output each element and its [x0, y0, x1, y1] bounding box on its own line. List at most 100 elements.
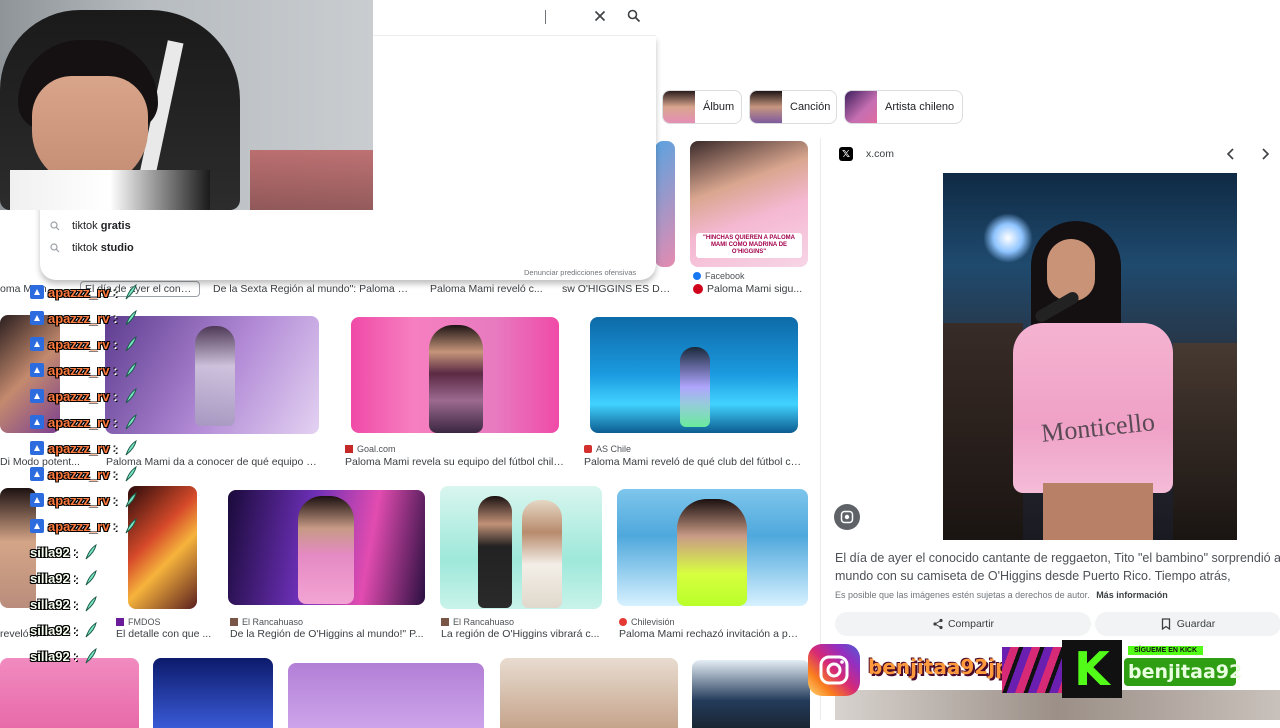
as-favicon	[584, 445, 592, 453]
chat-username[interactable]: apazzz_rv	[48, 493, 109, 508]
clear-search-button[interactable]	[593, 9, 607, 23]
social-media-banners: benjitaa92jp K SÍGUEME EN KICK benjitaa9…	[806, 638, 1280, 700]
result-image[interactable]	[617, 489, 808, 606]
save-button[interactable]: Guardar	[1095, 612, 1280, 636]
chat-username[interactable]: silla92	[30, 649, 70, 664]
rancahuaso-favicon	[441, 618, 449, 626]
subscriber-badge-icon	[30, 467, 44, 481]
more-info-link[interactable]: Más información	[1096, 590, 1168, 600]
chat-username[interactable]: apazzz_rv	[48, 441, 109, 456]
search-input[interactable]	[373, 0, 656, 36]
chat-separator: :	[73, 622, 79, 638]
chat-message: apazzz_rv:	[30, 515, 138, 537]
source-site[interactable]: x.com	[866, 148, 894, 160]
chat-username[interactable]: apazzz_rv	[48, 519, 109, 534]
feather-emote-icon	[124, 361, 138, 378]
chat-username[interactable]: apazzz_rv	[48, 363, 109, 378]
kick-banner: K SÍGUEME EN KICK benjitaa92	[1062, 638, 1280, 700]
search-icon	[627, 9, 641, 23]
result-image[interactable]	[153, 658, 273, 728]
chat-message: apazzz_rv:	[30, 281, 138, 303]
subscriber-badge-icon	[30, 337, 44, 351]
result-title[interactable]: Paloma Mami revela su equipo del fútbol …	[345, 456, 565, 468]
image-preview-panel: 𝕏 x.com Monticello El día de ayer el con…	[820, 138, 1280, 720]
chat-message: apazzz_rv:	[30, 411, 138, 433]
subscriber-badge-icon	[30, 415, 44, 429]
lens-button[interactable]	[834, 504, 860, 530]
result-image[interactable]	[655, 141, 675, 267]
chat-username[interactable]: apazzz_rv	[48, 415, 109, 430]
result-image[interactable]	[0, 658, 139, 728]
chip-thumbnail	[663, 91, 695, 123]
result-source: Goal.com	[345, 444, 396, 454]
chat-username[interactable]: silla92	[30, 571, 70, 586]
result-title[interactable]: La región de O'Higgins vibrará c...	[441, 628, 606, 640]
result-source: Chilevisión	[619, 617, 675, 627]
result-title[interactable]: Paloma Mami sigu...	[693, 283, 808, 295]
lens-icon	[840, 510, 854, 524]
subscriber-badge-icon	[30, 493, 44, 507]
previous-image-button[interactable]	[1223, 146, 1239, 162]
search-icon	[50, 221, 60, 231]
chat-username[interactable]: apazzz_rv	[48, 389, 109, 404]
subscriber-badge-icon	[30, 311, 44, 325]
result-image[interactable]	[351, 317, 559, 433]
preview-image[interactable]: Monticello	[943, 173, 1237, 540]
result-title[interactable]: Paloma Mami reveló de qué club del fútbo…	[584, 456, 804, 468]
chat-username[interactable]: silla92	[30, 623, 70, 638]
chat-username[interactable]: apazzz_rv	[48, 337, 109, 352]
person-silhouette	[680, 347, 710, 427]
kick-handle: benjitaa92	[1124, 658, 1242, 686]
result-source: El Rancahuaso	[441, 617, 514, 627]
subscriber-badge-icon	[30, 519, 44, 533]
result-title[interactable]: Paloma Mami rechazó invitación a parti..…	[619, 628, 804, 640]
chip-cancion[interactable]: Canción	[749, 90, 837, 124]
chat-username[interactable]: silla92	[30, 545, 70, 560]
instagram-icon	[808, 644, 860, 696]
chat-username[interactable]: apazzz_rv	[48, 285, 109, 300]
chat-message: apazzz_rv:	[30, 437, 138, 459]
crowd-right	[1173, 343, 1237, 540]
red-dot-icon	[693, 284, 703, 294]
chat-separator: :	[73, 544, 79, 560]
chat-username[interactable]: apazzz_rv	[48, 311, 109, 326]
room-object	[250, 150, 373, 210]
result-title[interactable]: sw O'HIGGINS ES DE ...	[562, 283, 677, 295]
goal-favicon	[345, 445, 353, 453]
close-icon	[594, 10, 606, 22]
search-icon	[50, 243, 60, 253]
suggestion-item[interactable]: tiktok gratis	[50, 216, 131, 236]
result-image[interactable]	[440, 486, 602, 609]
search-button[interactable]	[627, 9, 641, 23]
person-silhouette	[522, 500, 562, 608]
result-image[interactable]	[500, 658, 678, 728]
feather-emote-icon	[124, 465, 138, 482]
chip-artista-chileno[interactable]: Artista chileno	[844, 90, 963, 124]
result-image[interactable]: "HINCHAS QUIEREN A PALOMA MAMI COMO MADR…	[690, 141, 808, 267]
chat-message: apazzz_rv:	[30, 333, 138, 355]
camera-glyph-icon	[819, 655, 849, 685]
banner-stripes	[1002, 647, 1066, 693]
chip-album[interactable]: Álbum	[662, 90, 742, 124]
result-image[interactable]	[590, 317, 798, 433]
chat-message: apazzz_rv:	[30, 489, 138, 511]
chip-thumbnail	[845, 91, 877, 123]
result-image[interactable]	[288, 663, 484, 728]
chat-username[interactable]: silla92	[30, 597, 70, 612]
suggestion-item[interactable]: tiktok studio	[50, 238, 134, 258]
report-predictions-link[interactable]: Denunciar predicciones ofensivas	[524, 268, 636, 277]
feather-emote-icon	[124, 335, 138, 352]
chat-message: apazzz_rv:	[30, 385, 138, 407]
share-button[interactable]: Compartir	[835, 612, 1091, 636]
chat-username[interactable]: apazzz_rv	[48, 467, 109, 482]
feather-emote-icon	[84, 569, 98, 586]
chat-message: apazzz_rv:	[30, 307, 138, 329]
result-title[interactable]: Paloma Mami reveló c...	[430, 283, 550, 295]
streamer-shirt	[10, 170, 210, 210]
result-image[interactable]	[692, 660, 810, 728]
chat-separator: :	[113, 414, 118, 430]
next-image-button[interactable]	[1257, 146, 1273, 162]
chat-separator: :	[73, 596, 79, 612]
chevron-left-icon	[1226, 148, 1234, 160]
singer-midriff	[1043, 483, 1153, 540]
